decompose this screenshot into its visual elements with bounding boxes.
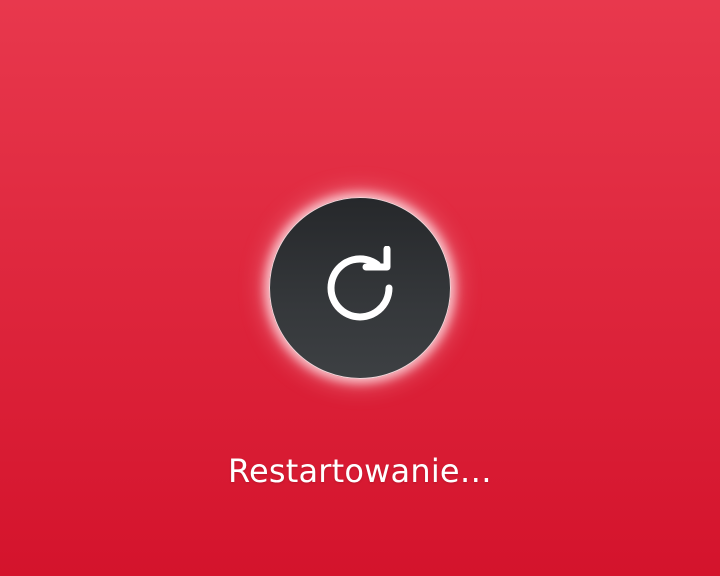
status-text: Restartowanie… xyxy=(227,452,493,490)
restart-indicator xyxy=(269,197,451,379)
restart-screen: Restartowanie… xyxy=(0,0,720,576)
restart-icon xyxy=(327,246,393,321)
